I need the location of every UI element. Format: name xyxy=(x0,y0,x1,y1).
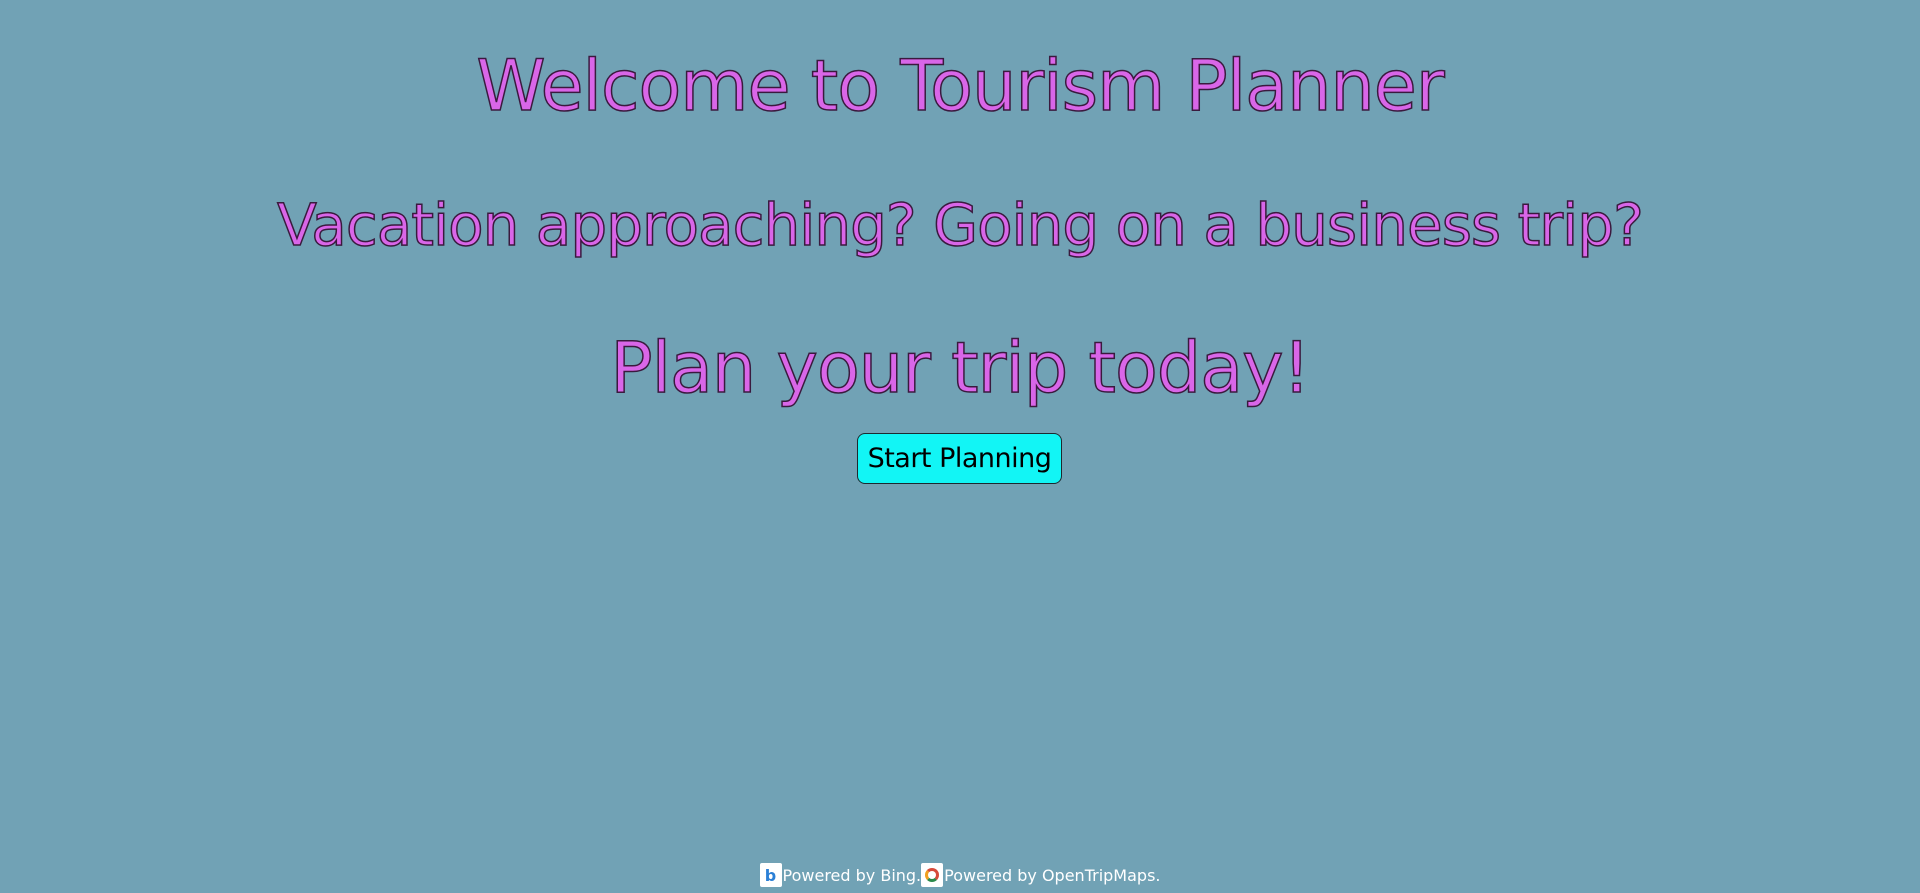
opentripmap-attribution-text: Powered by OpenTripMaps. xyxy=(944,865,1161,885)
bing-logo-icon: b xyxy=(759,863,782,887)
page-title: Welcome to Tourism Planner xyxy=(476,44,1446,128)
opentripmap-logo-icon xyxy=(921,863,944,887)
page-subtitle: Vacation approaching? Going on a busines… xyxy=(276,190,1644,260)
cta-heading: Plan your trip today! xyxy=(610,326,1312,410)
start-planning-button[interactable]: Start Planning xyxy=(857,433,1062,484)
footer-attribution: b Powered by Bing. Powered by OpenTripMa… xyxy=(0,862,1920,888)
bing-attribution-text: Powered by Bing. xyxy=(782,865,922,885)
